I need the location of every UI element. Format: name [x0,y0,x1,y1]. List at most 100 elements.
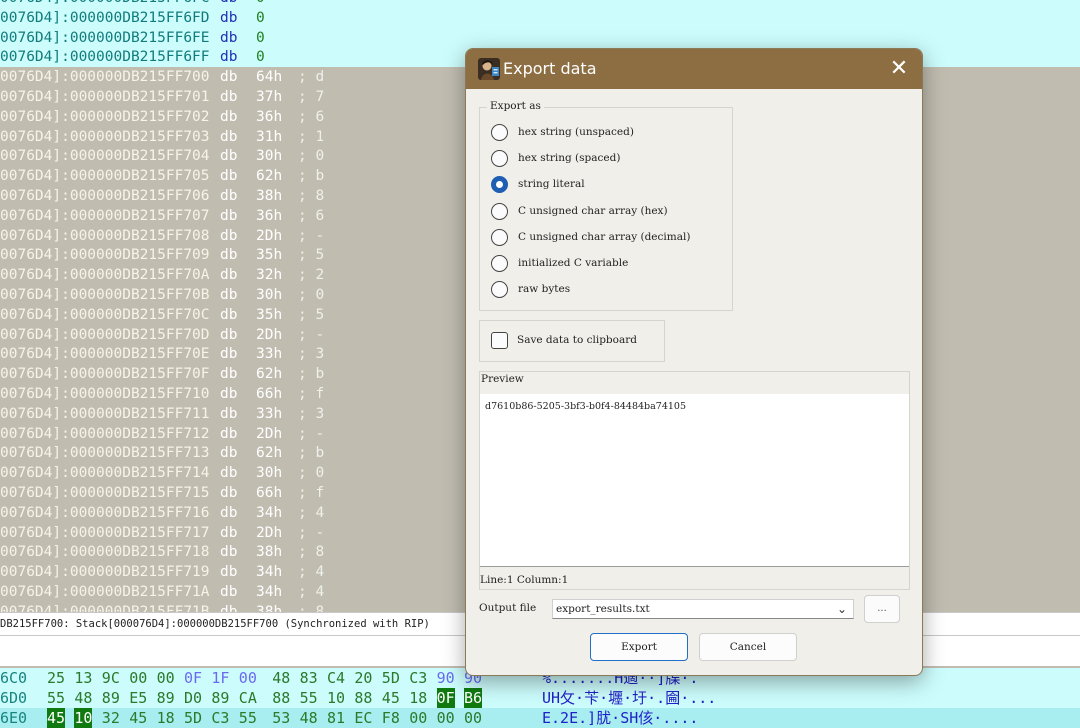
listing-kw: db [220,69,238,86]
hex-byte[interactable]: 89 [157,688,175,708]
hex-byte[interactable]: 10 [327,688,345,708]
hex-byte[interactable]: C4 [327,668,345,688]
radio-selected-icon[interactable] [491,176,508,194]
export-button[interactable]: Export [590,633,688,661]
hex-byte[interactable]: 45 [382,688,400,708]
listing-addr: 0076D4]:000000DB215FF712 [0,425,210,442]
hex-byte[interactable]: 00 [239,668,257,688]
hex-byte[interactable]: 9C [102,668,120,688]
listing-addr: 0076D4]:000000DB215FF71A [0,584,210,600]
listing-val: 35h [256,306,283,323]
hex-byte[interactable]: 53 [272,708,290,728]
hex-byte[interactable]: 83 [300,668,318,688]
hex-byte[interactable]: 32 [102,708,120,728]
close-icon[interactable]: ✕ [886,57,912,81]
listing-addr: 0076D4]:000000DB215FF6FD [0,9,210,26]
cancel-button[interactable]: Cancel [699,633,797,661]
listing-val: 64h [256,69,283,86]
listing-cm: ; 7 [298,89,325,105]
listing-addr: 0076D4]:000000DB215FF705 [0,168,210,185]
listing-addr: 0076D4]:000000DB215FF719 [0,564,210,581]
radio-unselected-icon[interactable] [491,202,508,220]
radio-unselected-icon[interactable] [491,281,508,299]
hex-byte[interactable]: 25 [47,668,65,688]
listing-kw: db [220,524,238,541]
hex-byte[interactable]: 0F [436,688,455,708]
listing-kw: db [220,346,238,363]
hex-byte[interactable]: 1F [211,668,229,688]
listing-line[interactable]: 0076D4]:000000DB215FF6FE db 0 [0,27,1080,48]
output-file-combobox[interactable]: export_results.txt ⌄ [552,599,854,619]
export-format-label[interactable]: hex string (spaced) [518,152,620,164]
export-format-label[interactable]: C unsigned char array (hex) [518,205,668,217]
radio-unselected-icon[interactable] [491,150,508,168]
hex-byte[interactable]: 48 [272,668,290,688]
hex-byte[interactable]: EC [354,708,372,728]
export-format-label[interactable]: C unsigned char array (decimal) [518,231,690,243]
browse-button[interactable]: ... [864,595,900,623]
hex-byte[interactable]: 00 [409,708,427,728]
hex-byte[interactable]: 90 [437,668,455,688]
listing-cm: ; 8 [298,603,325,612]
save-to-clipboard-label[interactable]: Save data to clipboard [517,334,637,346]
listing-val: 34h [256,584,283,600]
preview-textarea[interactable]: d7610b86-5205-3bf3-b0f4-84484ba74105 [480,394,909,567]
export-format-label[interactable]: initialized C variable [518,257,628,269]
hex-byte[interactable]: B6 [464,688,483,708]
hex-row[interactable]: 6E0 45 10 32 45 18 5D C3 55 53 48 81 EC F8 00 00 00 E.2E.… [0,708,1080,728]
hex-byte[interactable]: 55 [47,688,65,708]
export-format-label[interactable]: raw bytes [518,283,570,295]
listing-addr: 0076D4]:000000DB215FF702 [0,108,210,125]
hex-byte[interactable]: 00 [157,668,175,688]
hex-byte[interactable]: 55 [300,688,318,708]
hex-byte[interactable]: 00 [437,708,455,728]
hex-byte[interactable]: 48 [74,688,92,708]
export-format-label[interactable]: string literal [518,178,585,190]
listing-addr: 0076D4]:000000DB215FF713 [0,445,210,462]
hex-byte[interactable]: 45 [47,708,66,728]
hex-byte[interactable]: 5D [382,668,400,688]
hex-byte[interactable]: 5D [184,708,202,728]
hex-byte[interactable]: CA [239,688,257,708]
hex-byte[interactable]: E5 [129,688,147,708]
hex-ascii: E.2E.]肬·SH侅·.... [542,709,699,727]
hex-row[interactable]: 6D0 55 48 89 E5 89 D0 89 CA 88 55 10 88 45 18 0F B6 UH攵·苄… [0,688,1080,708]
hex-byte[interactable]: 45 [129,708,147,728]
export-format-label[interactable]: hex string (unspaced) [518,126,634,138]
hex-byte[interactable]: 89 [211,688,229,708]
preview-group: Preview d7610b86-5205-3bf3-b0f4-84484ba7… [479,371,910,590]
hex-byte[interactable]: F8 [382,708,400,728]
radio-unselected-icon[interactable] [491,255,508,272]
listing-kw: db [220,386,238,402]
hex-byte[interactable]: 18 [157,708,175,728]
listing-val: 31h [256,128,283,145]
radio-unselected-icon[interactable] [491,228,508,246]
listing-addr: 0076D4]:000000DB215FF718 [0,544,210,561]
hex-byte[interactable]: 0F [184,668,202,688]
dialog-titlebar[interactable]: Export data ✕ [466,49,922,89]
hex-byte[interactable]: 88 [272,688,290,708]
radio-unselected-icon[interactable] [491,124,508,141]
hex-byte[interactable]: 81 [327,708,345,728]
listing-kw: db [220,465,238,482]
hex-byte[interactable]: 00 [129,668,147,688]
hex-byte[interactable]: 20 [354,668,372,688]
hex-byte[interactable]: 89 [102,688,120,708]
hex-byte[interactable]: 88 [354,688,372,708]
hex-byte[interactable]: 00 [464,708,482,728]
save-to-clipboard-checkbox[interactable] [491,332,508,349]
hex-byte[interactable]: 13 [74,668,92,688]
hex-byte[interactable]: 55 [239,708,257,728]
hex-byte[interactable]: 10 [74,708,93,728]
listing-kw: db [220,188,238,204]
listing-cm: ; - [298,227,325,244]
listing-kw: db [220,603,238,612]
hex-byte[interactable]: D0 [184,688,202,708]
hex-byte[interactable]: C3 [211,708,229,728]
hex-byte[interactable]: 18 [409,688,427,708]
listing-line[interactable]: 0076D4]:000000DB215FF6FD db 0 [0,7,1080,28]
chevron-down-icon[interactable]: ⌄ [837,600,847,618]
hex-byte[interactable]: 48 [300,708,318,728]
listing-line[interactable]: 0076D4]:000000DB215FF6FC db 0 [0,0,1080,8]
hex-byte[interactable]: C3 [409,668,427,688]
